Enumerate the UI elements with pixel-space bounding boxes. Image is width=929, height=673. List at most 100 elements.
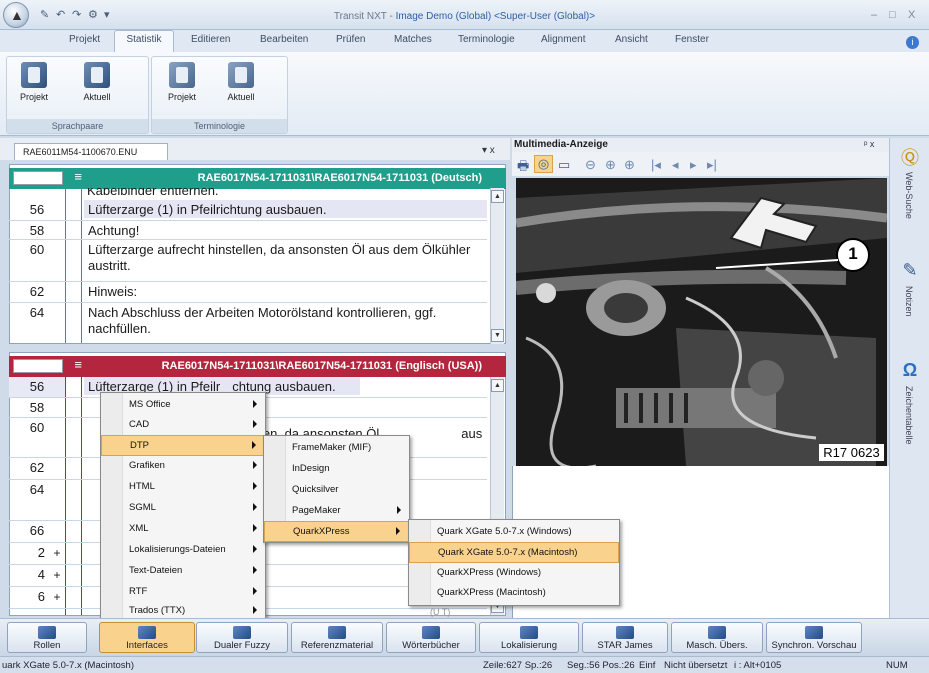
menu-item-indesign[interactable]: InDesign [264,459,409,480]
quarkxpress-submenu: Quark XGate 5.0-7.x (Windows) Quark XGat… [408,519,620,606]
tab-terminologie[interactable]: Terminologie [458,34,515,45]
multimedia-close-icon[interactable]: ᵖ x [864,139,874,149]
pan-icon[interactable]: ◎ [534,155,553,173]
web-search-icon[interactable]: Ⓠ [900,148,920,168]
segment-number: 64 [29,482,45,497]
help-icon[interactable]: i [906,36,919,49]
scroll-down-icon[interactable]: ▼ [491,329,504,342]
target-search-field[interactable] [13,359,63,373]
fit-window-icon[interactable]: ▭ [558,157,570,173]
rollen-button[interactable]: Rollen [7,622,87,653]
source-row-62[interactable]: 62 Hinweis: [9,282,487,303]
referenzmaterial-button[interactable]: Referenzmaterial [291,622,383,653]
tab-ansicht[interactable]: Ansicht [615,34,648,45]
masch-uebers-button[interactable]: Masch. Übers. [671,622,763,653]
document-close-icon[interactable]: ▾ x [482,145,495,156]
notes-icon[interactable]: ✎ [900,260,920,280]
submenu-arrow-icon [253,461,257,469]
expand-icon[interactable]: + [49,546,65,560]
segment-list-icon[interactable]: ≡ [70,170,82,185]
menu-item-quarkxpress-macintosh[interactable]: QuarkXPress (Macintosh) [409,583,619,604]
segment-text[interactable]: Lüfterzarge aufrecht hinstellen, da anso… [84,240,487,274]
segment-text[interactable]: Nach Abschluss der Arbeiten Motorölstand… [84,303,487,337]
last-image-icon[interactable]: ▸| [707,157,717,173]
source-search-field[interactable] [13,171,63,185]
roles-icon [38,626,56,639]
first-image-icon[interactable]: |◂ [651,157,661,173]
segment-text[interactable]: Hinweis: [84,282,487,300]
next-image-icon[interactable]: ▸ [690,157,697,173]
menu-item-xgate-windows[interactable]: Quark XGate 5.0-7.x (Windows) [409,522,619,543]
web-search-label[interactable]: Web-Suche [904,172,914,219]
source-row-58[interactable]: 58 Achtung! [9,221,487,240]
notes-label[interactable]: Notizen [904,286,914,317]
lokalisierung-button[interactable]: Lokalisierung [479,622,579,653]
tab-pruefen[interactable]: Prüfen [336,34,365,45]
tab-alignment[interactable]: Alignment [541,34,585,45]
character-table-label[interactable]: Zeichentabelle [904,386,914,445]
woerterbuecher-button[interactable]: Wörterbücher [386,622,476,653]
segment-number: 62 [29,284,45,299]
segment-text[interactable]: Lüfterzarge (1) in Pfeilrichtung ausbaue… [84,200,487,218]
menu-item-pagemaker[interactable]: PageMaker [264,501,409,522]
terminologie-aktuell-button[interactable]: Aktuell [221,62,261,102]
menu-item-cad[interactable]: CAD [101,415,265,436]
menu-item-rtf[interactable]: RTF [101,582,265,603]
minimize-button[interactable]: – [871,9,877,21]
synchron-vorschau-button[interactable]: Synchron. Vorschau [766,622,862,653]
menu-item-xgate-macintosh[interactable]: Quark XGate 5.0-7.x (Macintosh) [409,542,619,563]
taskbar-label: Rollen [33,640,61,651]
star-james-button[interactable]: STAR James [582,622,668,653]
menu-item-quicksilver[interactable]: Quicksilver [264,480,409,501]
menu-item-framemaker[interactable]: FrameMaker (MIF) [264,438,409,459]
previous-image-icon[interactable]: ◂ [672,157,679,173]
tab-projekt[interactable]: Projekt [69,34,100,45]
menu-item-xml[interactable]: XML [101,519,265,540]
segment-number: 2 [37,545,45,560]
menu-item-grafiken[interactable]: Grafiken [101,456,265,477]
tab-fenster[interactable]: Fenster [675,34,709,45]
menu-item-quarkxpress[interactable]: QuarkXPress [264,521,409,542]
zoom-area-icon[interactable]: ⊕ [624,157,635,173]
source-row-64[interactable]: 64 Nach Abschluss der Arbeiten Motorölsta… [9,303,487,343]
character-table-icon[interactable]: Ω [900,360,920,380]
tab-statistik[interactable]: Statistik [114,30,174,53]
print-icon[interactable]: 🖶 [517,157,529,179]
menu-item-text-dateien[interactable]: Text-Dateien [101,561,265,582]
source-scrollbar[interactable]: ▲ ▼ [490,188,504,344]
maximize-button[interactable]: □ [889,9,896,21]
zoom-out-icon[interactable]: ⊖ [585,157,596,173]
dualer-fuzzy-button[interactable]: Dualer Fuzzy [196,622,288,653]
sprachpaare-projekt-button[interactable]: Projekt [14,62,54,102]
submenu-arrow-icon [397,506,401,514]
expand-icon[interactable]: + [49,568,65,582]
expand-icon[interactable]: + [49,590,65,604]
sprachpaare-aktuell-button[interactable]: Aktuell [77,62,117,102]
interfaces-button[interactable]: Interfaces [99,622,195,653]
target-bottom-text: (U T) [430,607,451,617]
menu-item-label: QuarkXPress (Windows) [437,567,541,578]
target-pane-header: ≡ RAE6017N54-1711031\RAE6017N54-1711031 … [9,356,506,377]
menu-item-ms-office[interactable]: MS Office [101,395,265,416]
menu-item-quarkxpress-windows[interactable]: QuarkXPress (Windows) [409,563,619,584]
scroll-up-icon[interactable]: ▲ [491,190,504,203]
scroll-up-icon[interactable]: ▲ [491,379,504,392]
zoom-in-icon[interactable]: ⊕ [605,157,616,173]
terminologie-projekt-button[interactable]: Projekt [162,62,202,102]
menu-item-lokalisierungs-dateien[interactable]: Lokalisierungs-Dateien [101,540,265,561]
document-tab[interactable]: RAE6011M54-1100670.ENU [14,143,168,160]
source-row-56[interactable]: 56 Lüfterzarge (1) in Pfeilrichtung ausba… [9,200,487,221]
source-row-60[interactable]: 60 Lüfterzarge aufrecht hinstellen, da an… [9,240,487,282]
segment-list-icon[interactable]: ≡ [70,358,82,373]
machine-translation-icon [708,626,726,639]
status-line-col: Zeile:627 Sp.:26 [483,660,553,671]
menu-item-sgml[interactable]: SGML [101,498,265,519]
menu-item-html[interactable]: HTML [101,477,265,498]
status-translation-state: Nicht übersetzt [664,660,728,671]
segment-text[interactable]: Achtung! [84,221,487,239]
tab-matches[interactable]: Matches [394,34,432,45]
tab-editieren[interactable]: Editieren [191,34,230,45]
menu-item-dtp[interactable]: DTP [101,435,265,456]
close-button[interactable]: X [908,9,915,21]
tab-bearbeiten[interactable]: Bearbeiten [260,34,308,45]
